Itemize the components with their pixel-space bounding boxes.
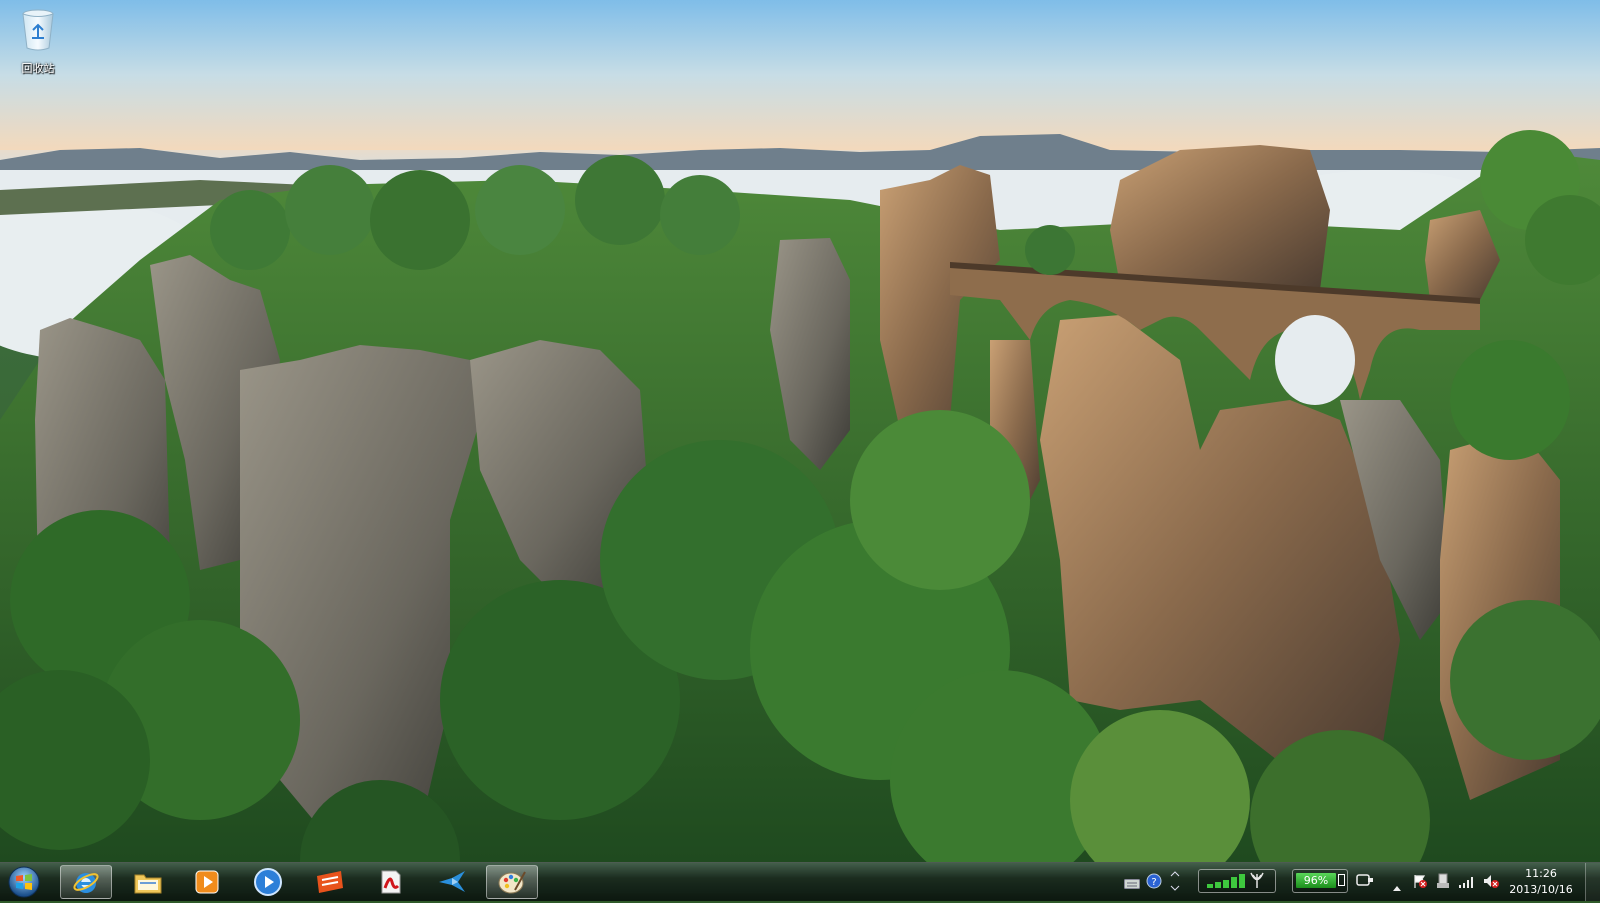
taskbar-media-center-button[interactable] (242, 865, 294, 899)
show-hidden-icons-arrow-icon[interactable] (1392, 877, 1402, 891)
signal-bars-icon (1207, 872, 1264, 888)
taskbar-explorer-button[interactable] (122, 865, 174, 899)
help-icon[interactable]: ? (1146, 873, 1162, 889)
tray-expand-icon[interactable] (1170, 869, 1180, 893)
keyboard-icon[interactable] (1124, 875, 1140, 889)
network-icon[interactable] (1356, 873, 1374, 889)
start-button[interactable] (6, 865, 42, 899)
wifi-signal-icon[interactable] (1458, 874, 1474, 888)
taskbar: ? 96% 11:26 2013/10/16 (0, 862, 1600, 901)
usb-device-icon[interactable] (1436, 873, 1450, 889)
taskbar-ie-button[interactable] (60, 865, 112, 899)
pdf-icon (381, 870, 401, 894)
clock[interactable]: 11:26 2013/10/16 (1506, 866, 1576, 898)
clock-time: 11:26 (1525, 867, 1557, 880)
desktop-icon-recycle-bin[interactable]: 回收站 (10, 8, 66, 78)
battery-percent: 96% (1296, 873, 1336, 888)
desktop-wallpaper (0, 0, 1600, 862)
signal-strength-widget[interactable] (1198, 869, 1276, 893)
taskbar-paint-button[interactable] (486, 865, 538, 899)
action-center-flag-icon[interactable] (1412, 873, 1428, 889)
clock-date: 2013/10/16 (1509, 883, 1573, 896)
orange-app-icon (317, 871, 343, 893)
bird-icon (439, 871, 465, 892)
paint-palette-icon (498, 871, 526, 894)
ie-icon (73, 873, 99, 893)
show-desktop-button[interactable] (1585, 863, 1600, 901)
media-player-icon (195, 870, 219, 894)
battery-plug-icon (1338, 874, 1345, 886)
taskbar-bird-app-button[interactable] (426, 865, 478, 899)
battery-widget[interactable]: 96% (1292, 869, 1348, 893)
svg-text:?: ? (1151, 877, 1156, 888)
recycle-bin-icon (22, 9, 54, 51)
desktop-icon-label: 回收站 (21, 62, 55, 75)
folder-icon (134, 874, 162, 894)
play-circle-icon (254, 868, 282, 896)
taskbar-media-player-button[interactable] (181, 865, 233, 899)
windows-start-orb-icon (8, 866, 40, 898)
volume-muted-icon[interactable] (1482, 873, 1500, 889)
taskbar-orange-app-button[interactable] (304, 865, 356, 899)
taskbar-acrobat-button[interactable] (364, 865, 416, 899)
